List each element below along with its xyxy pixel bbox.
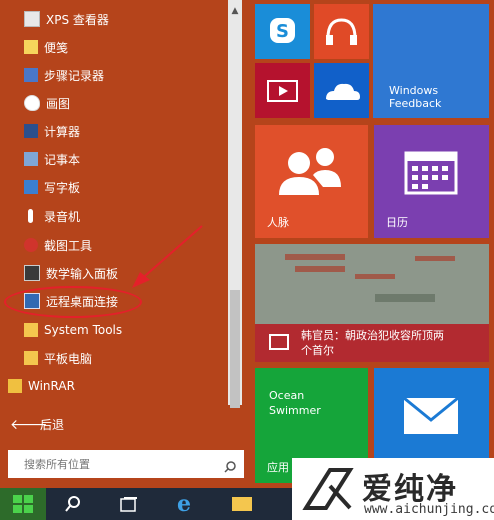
start-menu: XPS 查看器 便笺 步骤记录器 画图 计算器 记事本 写字板 录音机 截图工具 数学输入面板 远程… bbox=[0, 0, 494, 488]
skype-icon: S bbox=[270, 18, 295, 43]
app-list-label: 记事本 bbox=[44, 152, 81, 167]
onedrive-icon bbox=[326, 83, 360, 100]
back-label: 后退 bbox=[40, 418, 65, 432]
headphones-icon bbox=[326, 18, 357, 45]
tile-skype[interactable]: S bbox=[255, 4, 310, 59]
app-list-item[interactable]: 记事本 bbox=[24, 148, 80, 170]
app-list-item[interactable]: 平板电脑 bbox=[24, 347, 92, 369]
taskbar-search-button[interactable] bbox=[56, 488, 90, 520]
scroll-up-icon[interactable]: ▲ bbox=[228, 0, 242, 22]
tile-label: 应用 bbox=[267, 461, 289, 474]
app-list-item[interactable]: 写字板 bbox=[24, 176, 80, 198]
start-button[interactable] bbox=[0, 488, 46, 520]
app-list-label: 截图工具 bbox=[44, 238, 93, 253]
tile-calendar[interactable]: 日历 bbox=[374, 125, 489, 238]
tile-label: Ocean bbox=[269, 389, 305, 402]
news-headline: 韩官员：朝政治犯收容所顶两 bbox=[301, 329, 444, 342]
app-list-label: 便笺 bbox=[44, 40, 69, 55]
app-list-label: 画图 bbox=[46, 96, 71, 111]
search-input[interactable] bbox=[22, 456, 224, 472]
sound-recorder-icon bbox=[28, 209, 33, 223]
app-list-label: WinRAR bbox=[28, 379, 75, 393]
people-icon bbox=[279, 148, 341, 195]
svg-text:S: S bbox=[276, 21, 289, 42]
watermark-url: www.aichunjing.com bbox=[364, 502, 494, 517]
news-headline: 个首尔 bbox=[301, 344, 334, 357]
app-list-item[interactable]: XPS 查看器 bbox=[24, 8, 109, 30]
app-list: XPS 查看器 便笺 步骤记录器 画图 计算器 记事本 写字板 录音机 截图工具 数学输入面板 远程… bbox=[0, 0, 228, 405]
app-list-label: XPS 查看器 bbox=[46, 12, 109, 27]
task-view-icon bbox=[120, 497, 137, 512]
paint-icon bbox=[24, 95, 40, 111]
app-list-label: 录音机 bbox=[44, 209, 81, 224]
app-list-label: 计算器 bbox=[44, 124, 81, 139]
tile-label: Swimmer bbox=[269, 404, 321, 417]
sticky-notes-icon bbox=[24, 40, 38, 54]
wordpad-icon bbox=[24, 180, 38, 194]
news-icon bbox=[269, 334, 289, 350]
app-list-item[interactable]: 录音机 bbox=[24, 205, 80, 227]
app-list-item[interactable]: 截图工具 bbox=[24, 234, 92, 256]
app-list-item[interactable]: WinRAR bbox=[8, 375, 75, 397]
video-icon bbox=[267, 80, 298, 102]
winrar-folder-icon bbox=[8, 379, 22, 393]
annotation-arrow bbox=[132, 225, 203, 288]
watermark: 爱纯净 www.aichunjing.com bbox=[292, 458, 494, 520]
tile-people[interactable]: 人脉 bbox=[255, 125, 368, 238]
folder-icon bbox=[232, 497, 252, 511]
app-list-label: 写字板 bbox=[44, 180, 81, 195]
tile-video[interactable] bbox=[255, 63, 310, 118]
notepad-icon bbox=[24, 152, 38, 166]
tile-news[interactable]: 韩官员：朝政治犯收容所顶两 个首尔 bbox=[255, 244, 489, 362]
back-button[interactable]: 🡐 后退 bbox=[10, 416, 64, 433]
steps-recorder-icon bbox=[24, 68, 38, 82]
app-list-label: 数学输入面板 bbox=[46, 266, 119, 281]
app-list-item[interactable]: 画图 bbox=[24, 92, 70, 114]
app-list-item[interactable]: 计算器 bbox=[24, 120, 80, 142]
tile-label: Feedback bbox=[389, 97, 442, 110]
search-icon bbox=[65, 496, 80, 512]
tablet-folder-icon bbox=[24, 351, 38, 365]
tile-music[interactable] bbox=[314, 4, 369, 59]
app-list-label: 步骤记录器 bbox=[44, 68, 105, 83]
windows-logo-icon bbox=[13, 495, 33, 513]
search-icon[interactable] bbox=[224, 458, 236, 473]
app-list-item[interactable]: System Tools bbox=[24, 319, 122, 341]
tile-label: 人脉 bbox=[267, 216, 289, 229]
calculator-icon bbox=[24, 124, 38, 138]
math-input-icon bbox=[24, 265, 40, 281]
app-list-item[interactable]: 步骤记录器 bbox=[24, 64, 104, 86]
scrollbar-thumb[interactable] bbox=[230, 290, 240, 408]
news-photo bbox=[255, 244, 489, 324]
app-list-item[interactable]: 便笺 bbox=[24, 36, 68, 58]
tile-windows-feedback[interactable]: Windows Feedback bbox=[373, 4, 489, 118]
tile-label: Windows bbox=[389, 84, 439, 97]
app-list-item[interactable]: 数学输入面板 bbox=[24, 262, 118, 284]
watermark-logo-icon bbox=[302, 468, 354, 510]
file-explorer-button[interactable] bbox=[224, 488, 260, 520]
snipping-tool-icon bbox=[24, 238, 38, 252]
internet-explorer-icon: e bbox=[177, 491, 191, 517]
tile-label: 日历 bbox=[386, 216, 408, 229]
task-view-button[interactable] bbox=[112, 488, 146, 520]
app-list-label: 平板电脑 bbox=[44, 351, 93, 366]
back-arrow-icon: 🡐 bbox=[10, 417, 48, 433]
xps-viewer-icon bbox=[24, 11, 40, 27]
folder-icon bbox=[24, 323, 38, 337]
calendar-icon bbox=[404, 151, 458, 195]
tile-onedrive[interactable] bbox=[314, 63, 369, 118]
search-box[interactable] bbox=[8, 450, 244, 478]
app-list-label: System Tools bbox=[44, 323, 123, 337]
app-list-scrollbar[interactable]: ▲ bbox=[228, 0, 242, 408]
internet-explorer-button[interactable]: e bbox=[166, 488, 202, 520]
